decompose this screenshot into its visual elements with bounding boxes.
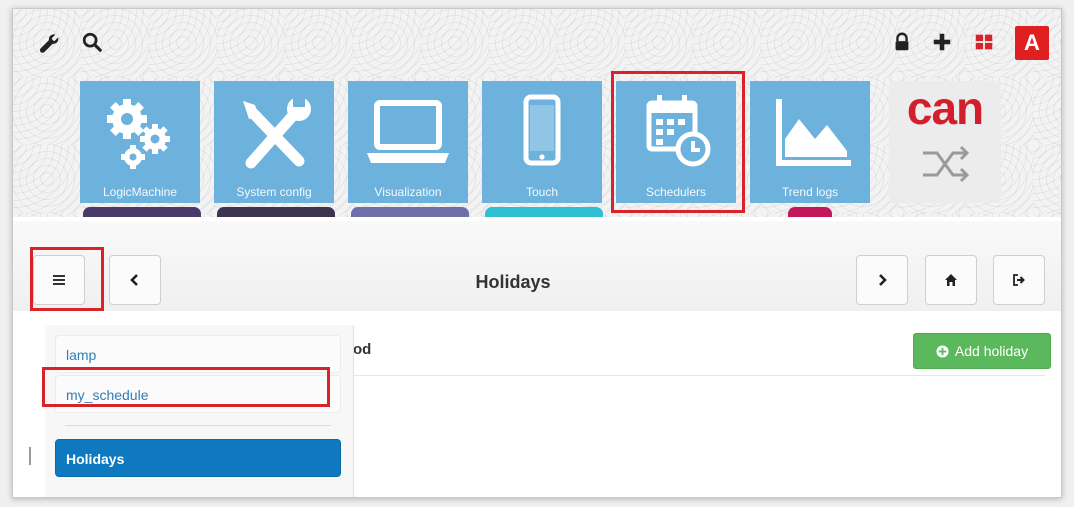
smartphone-icon [482,91,602,177]
app-tile-label: LogicMachine [102,185,178,199]
avatar[interactable]: A [1015,26,1049,60]
scheduler-dropdown-menu: lamp my_schedule Holidays [45,325,354,497]
menu-item-holidays[interactable]: Holidays [55,439,341,477]
page-title: Holidays [475,272,551,292]
apps-grid-icon[interactable] [973,31,995,53]
back-button[interactable] [109,255,161,305]
menu-item-my-schedule[interactable]: my_schedule [55,375,341,413]
app-tile-label: Touch [525,185,559,199]
logout-button[interactable] [993,255,1045,305]
home-button[interactable] [925,255,977,305]
chevron-right-icon [879,274,887,286]
app-tile-system-config[interactable]: System config [214,81,334,203]
menu-button[interactable] [33,255,85,305]
divider [343,375,1045,376]
lock-icon[interactable] [891,31,913,53]
app-tile-label: System config [236,185,312,199]
add-holiday-label: Add holiday [954,343,1029,359]
search-icon[interactable] [81,31,103,53]
app-launcher-banner: A LogicMachine System config Visualizati… [13,9,1061,217]
menu-icon [53,275,65,285]
add-holiday-button[interactable]: Add holiday [913,333,1051,369]
wrench-icon[interactable] [37,31,59,53]
chevron-left-icon [130,274,138,286]
app-tile-touch[interactable]: Touch [482,81,602,203]
app-tile-partial[interactable] [83,207,201,217]
app-tile-trend-logs[interactable]: Trend logs [750,81,870,203]
app-tile-schedulers[interactable]: Schedulers [616,81,736,203]
app-window: A LogicMachine System config Visualizati… [12,8,1062,498]
app-tile-logicmachine[interactable]: LogicMachine [80,81,200,203]
tools-icon [214,91,334,177]
app-tile-label: Visualization [374,185,442,199]
app-tile-partial[interactable] [485,207,603,217]
app-tile-can[interactable]: can [889,81,1001,203]
divider [29,447,31,465]
plus-icon[interactable] [931,31,953,53]
area-chart-icon [750,91,870,177]
app-tile-visualization[interactable]: Visualization [348,81,468,203]
logout-icon [1013,274,1025,286]
gears-icon [80,91,200,177]
forward-button[interactable] [856,255,908,305]
app-tile-label: Trend logs [781,185,839,199]
menu-divider [65,425,331,426]
app-tile-partial[interactable] [788,207,832,217]
home-icon [945,274,957,286]
app-tile-partial[interactable] [217,207,335,217]
can-bus-icon [923,145,970,183]
menu-item-lamp[interactable]: lamp [55,335,341,373]
calendar-clock-icon [616,91,736,177]
app-tile-partial[interactable] [351,207,469,217]
app-tile-label: Schedulers [645,185,707,199]
plus-circle-icon [936,344,949,358]
can-logo-text: can [906,82,984,134]
laptop-icon [348,91,468,177]
